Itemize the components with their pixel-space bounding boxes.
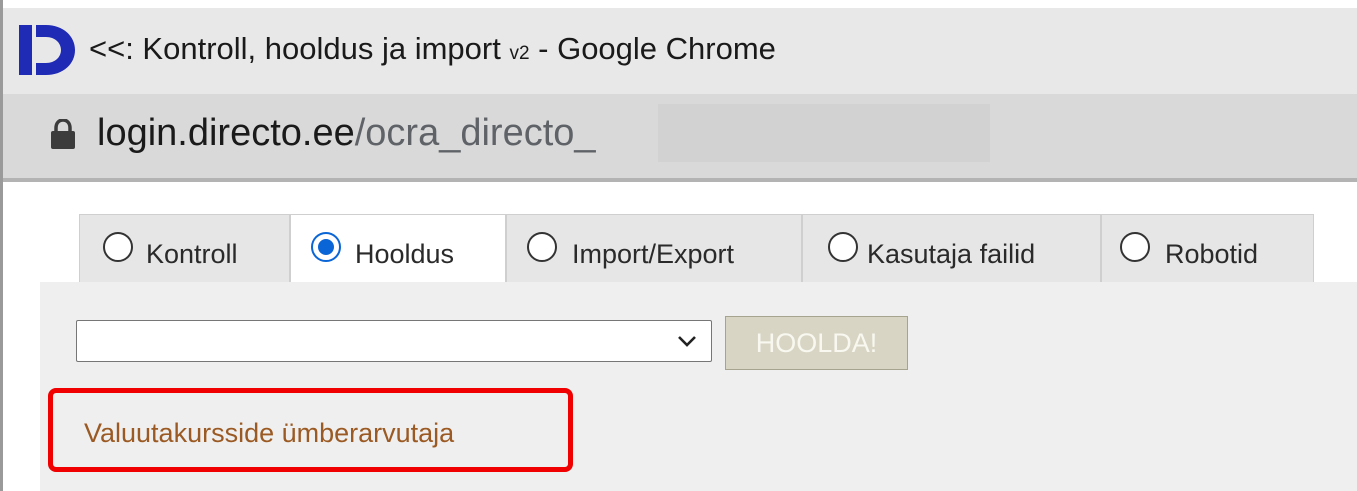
url-text[interactable]: login.directo.ee/ocra_directo_ bbox=[97, 108, 596, 158]
redacted-region bbox=[658, 104, 990, 162]
window-title-app: - Google Chrome bbox=[529, 31, 776, 66]
tab-label-hooldus: Hooldus bbox=[355, 239, 455, 269]
tab-strip: Kontroll Hooldus Import/Export Kasutaja … bbox=[40, 182, 1357, 282]
tab-label-robotid: Robotid bbox=[1165, 239, 1259, 269]
radio-robotid[interactable] bbox=[1120, 232, 1150, 262]
chevron-down-icon bbox=[678, 336, 696, 347]
tab-import-export[interactable]: Import/Export bbox=[506, 214, 802, 282]
maintenance-select[interactable] bbox=[76, 320, 712, 362]
window-title: <<: Kontroll, hooldus ja import v2 - Goo… bbox=[89, 31, 776, 67]
radio-hooldus[interactable] bbox=[311, 232, 341, 262]
directo-logo-icon bbox=[19, 25, 75, 75]
highlight-annotation bbox=[48, 388, 573, 472]
url-host: login.directo.ee bbox=[97, 112, 355, 154]
radio-kasutaja-failid[interactable] bbox=[828, 232, 858, 262]
radio-kontroll[interactable] bbox=[103, 232, 133, 262]
radio-import-export[interactable] bbox=[527, 232, 557, 262]
tab-label-import-export: Import/Export bbox=[572, 239, 735, 269]
tab-label-kontroll: Kontroll bbox=[146, 239, 238, 269]
tab-label-kasutaja-failid: Kasutaja failid bbox=[867, 239, 1036, 269]
hoolda-button[interactable]: HOOLDA! bbox=[725, 316, 908, 370]
window-title-version: v2 bbox=[509, 43, 530, 64]
url-path: /ocra_directo_ bbox=[354, 112, 596, 154]
tab-robotid[interactable]: Robotid bbox=[1101, 214, 1314, 282]
tab-kasutaja-failid[interactable]: Kasutaja failid bbox=[802, 214, 1101, 282]
window-title-main: <<: Kontroll, hooldus ja import bbox=[89, 31, 510, 66]
hooldus-panel: HOOLDA! Valuutakursside ümberarvutaja bbox=[40, 282, 1357, 491]
tab-kontroll[interactable]: Kontroll bbox=[79, 214, 290, 282]
address-bar[interactable]: login.directo.ee/ocra_directo_ bbox=[3, 94, 1357, 178]
browser-title-bar: <<: Kontroll, hooldus ja import v2 - Goo… bbox=[3, 8, 1357, 94]
tab-hooldus[interactable]: Hooldus bbox=[290, 214, 506, 282]
lock-icon bbox=[51, 119, 75, 149]
